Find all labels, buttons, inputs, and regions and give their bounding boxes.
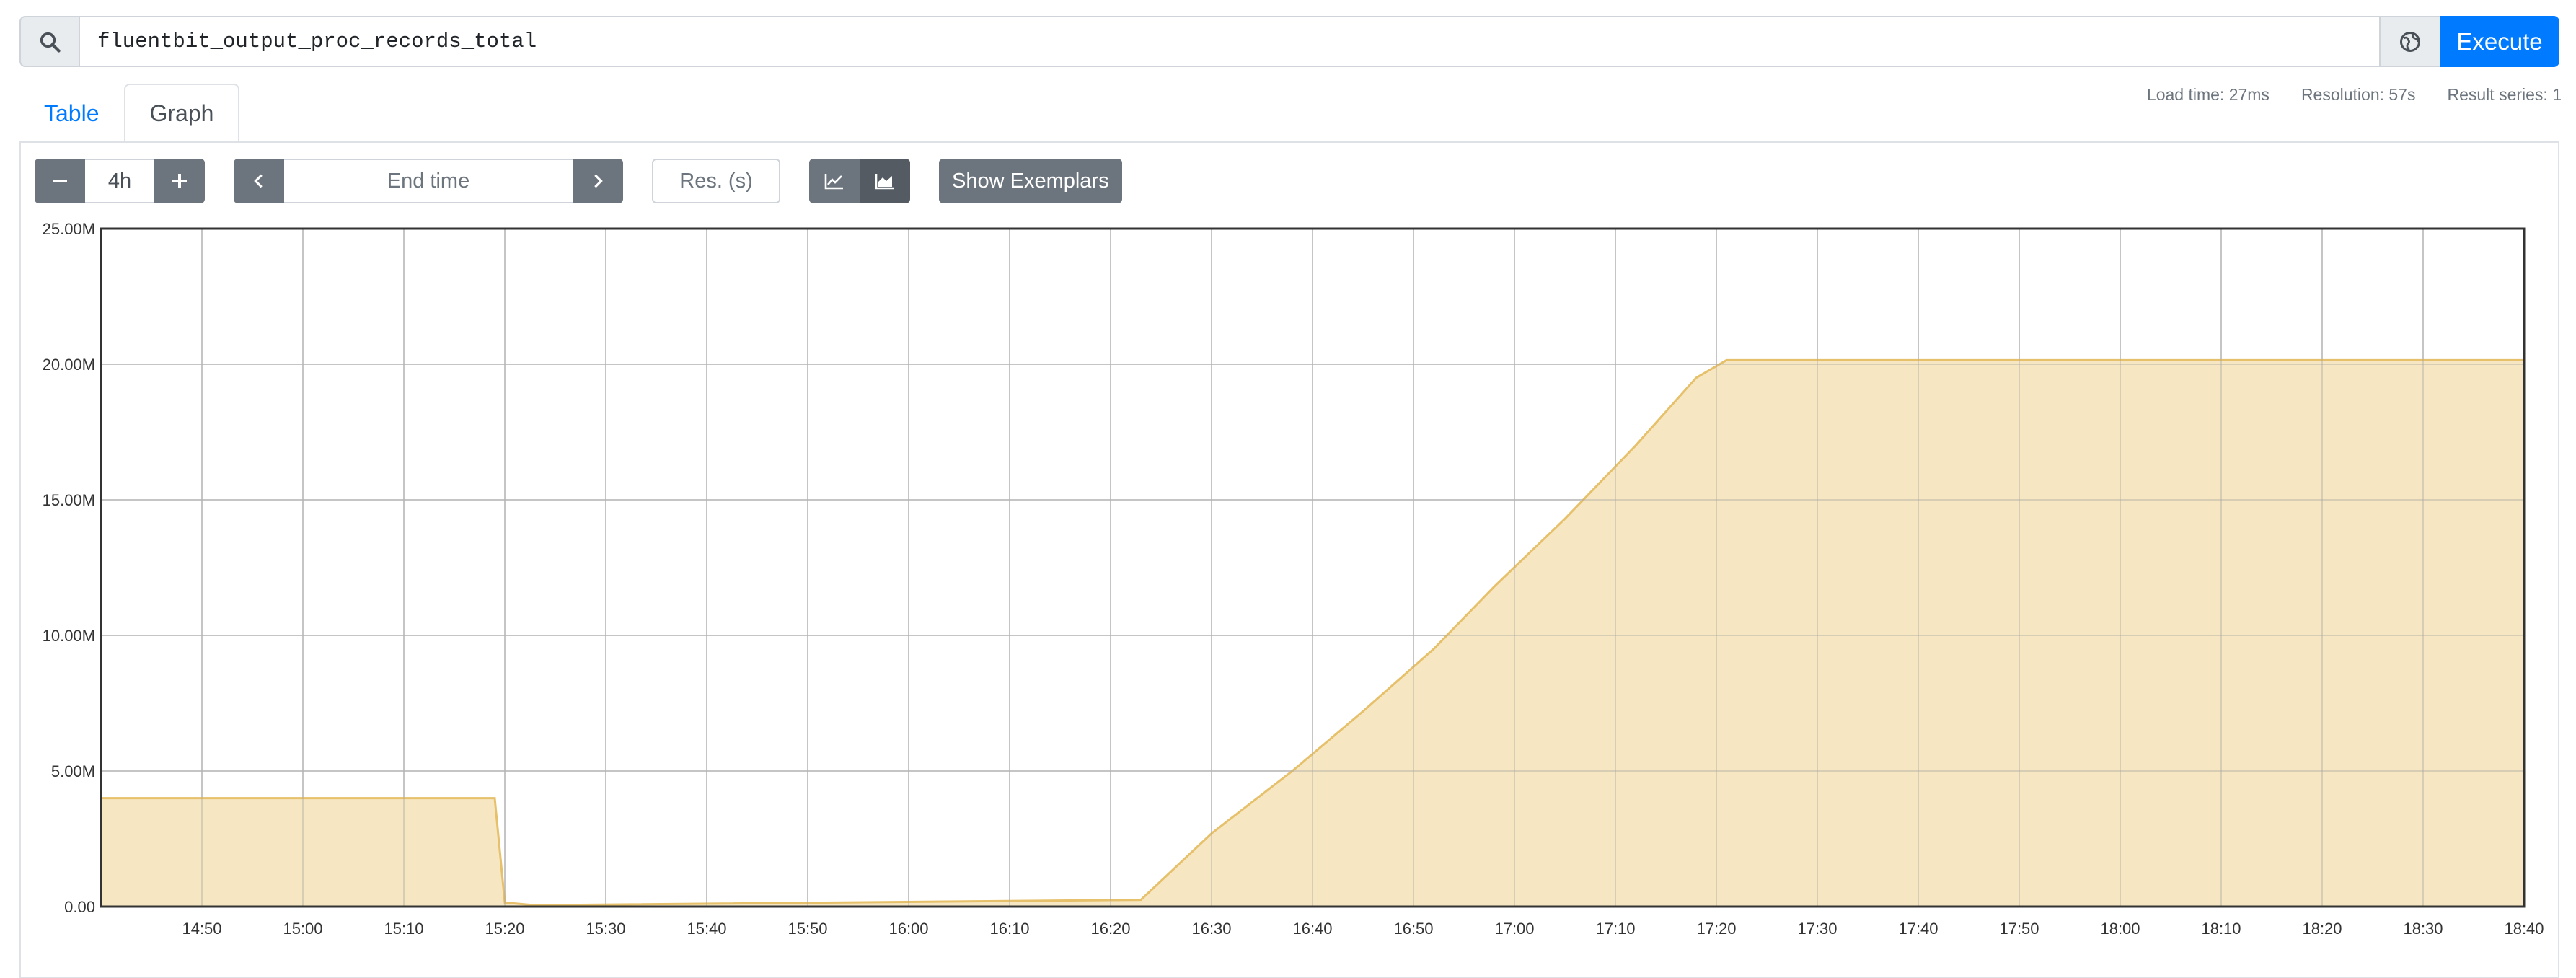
x-tick-label: 18:30 — [2403, 920, 2443, 938]
x-tick-label: 16:00 — [888, 920, 928, 938]
x-tick-label: 15:50 — [788, 920, 827, 938]
x-tick-label: 16:20 — [1090, 920, 1130, 938]
chart-series — [101, 228, 2525, 907]
x-tick-label: 15:40 — [687, 920, 726, 938]
y-tick-label: 25.00M — [43, 220, 95, 238]
x-tick-label: 15:10 — [384, 920, 423, 938]
x-tick-label: 18:40 — [2504, 920, 2544, 938]
y-tick-label: 20.00M — [43, 356, 95, 374]
x-tick-label: 15:30 — [586, 920, 625, 938]
x-tick-label: 17:00 — [1494, 920, 1534, 938]
time-series-chart: 0.005.00M10.00M15.00M20.00M25.00M 14:50 1… — [43, 220, 2544, 938]
x-tick-label: 16:10 — [989, 920, 1029, 938]
x-tick-label: 17:10 — [1595, 920, 1635, 938]
y-tick-label: 5.00M — [51, 762, 95, 780]
x-tick-label: 14:50 — [182, 920, 221, 938]
x-axis: 14:50 15:00 15:10 15:20 15:30 15:40 15:50 16:00… — [182, 920, 2544, 938]
x-tick-label: 17:30 — [1797, 920, 1837, 938]
y-tick-label: 10.00M — [43, 627, 95, 645]
x-tick-label: 16:40 — [1292, 920, 1332, 938]
x-tick-label: 18:10 — [2201, 920, 2241, 938]
x-tick-label: 16:30 — [1191, 920, 1231, 938]
x-tick-label: 16:50 — [1393, 920, 1433, 938]
x-tick-label: 15:20 — [485, 920, 524, 938]
y-tick-label: 0.00 — [64, 898, 95, 916]
x-tick-label: 15:00 — [283, 920, 322, 938]
x-tick-label: 17:50 — [1999, 920, 2039, 938]
x-tick-label: 18:00 — [2100, 920, 2140, 938]
x-tick-label: 18:20 — [2302, 920, 2342, 938]
x-tick-label: 17:20 — [1696, 920, 1736, 938]
y-tick-label: 15.00M — [43, 491, 95, 509]
y-axis: 0.00 5.00M 10.00M 15.00M 20.00M 25.00M — [43, 220, 95, 916]
x-tick-label: 17:40 — [1898, 920, 1938, 938]
